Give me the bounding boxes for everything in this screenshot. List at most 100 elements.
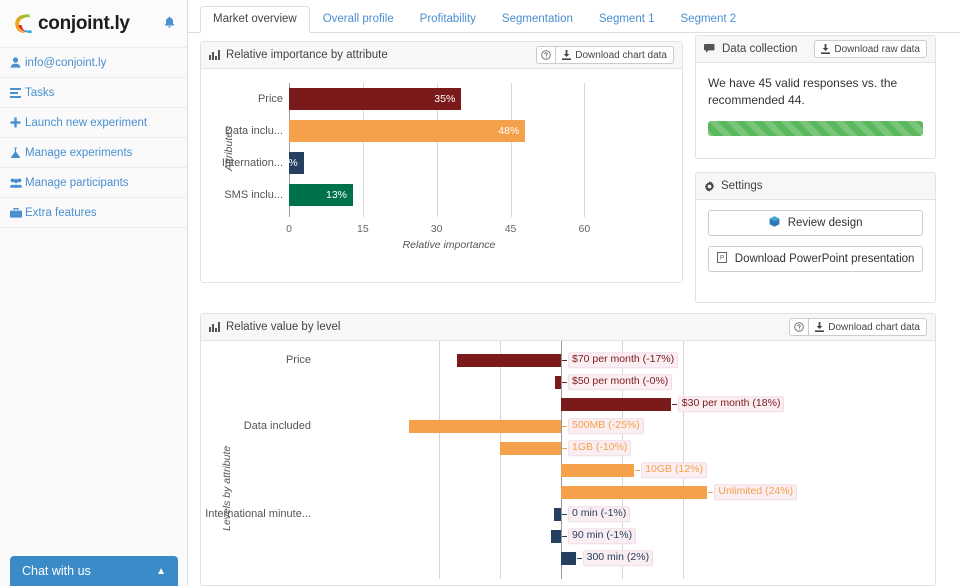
bar-value-label: 13%: [326, 189, 347, 201]
sidebar-item-account[interactable]: info@conjoint.ly: [0, 48, 187, 78]
tab-segment-1[interactable]: Segment 1: [586, 6, 668, 33]
tab-overall-profile[interactable]: Overall profile: [310, 6, 407, 33]
y-axis-title: Levels by attribute: [221, 446, 233, 531]
leader-line: [562, 360, 567, 361]
bar: [500, 442, 561, 455]
sidebar-item-manage-experiments[interactable]: Manage experiments: [0, 138, 187, 168]
panel-header: Data collection Download raw data: [696, 36, 935, 63]
svg-text:P: P: [720, 256, 724, 262]
leader-line: [562, 536, 567, 537]
bar-chart-icon: [209, 50, 220, 60]
leader-line: [635, 470, 640, 471]
sidebar: conjoint.ly info@conjoint.ly Tasks Launc…: [0, 0, 188, 586]
tab-label: Overall profile: [323, 13, 394, 25]
y-category-label: Data inclu...: [201, 125, 283, 137]
level-value-label: 90 min (-1%): [568, 528, 636, 544]
download-raw-data-button[interactable]: Download raw data: [814, 40, 927, 58]
data-collection-body: We have 45 valid responses vs. the recom…: [696, 63, 935, 136]
plus-icon: [10, 117, 25, 128]
sidebar-item-label: Launch new experiment: [25, 117, 147, 129]
review-design-button[interactable]: Review design: [708, 210, 923, 236]
chat-label: Chat with us: [22, 564, 91, 578]
leader-line: [672, 404, 677, 405]
y-group-label: International minute...: [201, 508, 311, 520]
app-root: conjoint.ly info@conjoint.ly Tasks Launc…: [0, 0, 960, 586]
level-value-label: Unlimited (24%): [714, 484, 797, 500]
download-chart-data-button[interactable]: Download chart data: [556, 46, 674, 64]
sidebar-item-tasks[interactable]: Tasks: [0, 78, 187, 108]
sidebar-item-extra-features[interactable]: Extra features: [0, 198, 187, 228]
users-icon: [10, 178, 25, 188]
level-value-label: 300 min (2%): [583, 550, 653, 566]
y-category-label: Price: [201, 93, 283, 105]
tab-label: Profitability: [420, 13, 476, 25]
bar: [409, 420, 562, 433]
x-tick-label: 15: [357, 223, 369, 235]
question-circle-icon[interactable]: [789, 318, 809, 336]
panel-title: Settings: [721, 180, 763, 192]
settings-button-label: Review design: [788, 217, 863, 229]
tab-label: Segmentation: [502, 13, 573, 25]
download-icon: [562, 50, 571, 60]
tab-segmentation[interactable]: Segmentation: [489, 6, 586, 33]
bar: [561, 398, 671, 411]
cube-icon: [769, 217, 783, 229]
download-label: Download chart data: [828, 322, 920, 333]
bar: [561, 464, 634, 477]
chevron-up-icon: ▲: [156, 566, 166, 577]
download-icon: [821, 44, 830, 54]
bar: [561, 486, 707, 499]
sidebar-item-label: Extra features: [25, 207, 97, 219]
level-value-label: $30 per month (18%): [678, 396, 785, 412]
gridline: [500, 341, 501, 579]
panel-header: Relative importance by attribute Downloa…: [201, 42, 682, 69]
panel-actions: Download chart data: [789, 318, 927, 336]
tab-market-overview[interactable]: Market overview: [200, 6, 310, 33]
leader-line: [562, 448, 567, 449]
level-value-label: 0 min (-1%): [568, 506, 630, 522]
brand-header: conjoint.ly: [0, 0, 187, 48]
tab-profitability[interactable]: Profitability: [407, 6, 489, 33]
level-value-label: 10GB (12%): [641, 462, 707, 478]
flask-icon: [10, 147, 25, 158]
panel-header: Settings: [696, 173, 935, 200]
y-group-label: Price: [201, 354, 311, 366]
level-value-label: $50 per month (-0%): [568, 374, 672, 390]
panel-settings: Settings Review design P Download PowerP…: [695, 172, 936, 303]
level-value-label: $70 per month (-17%): [568, 352, 678, 368]
gridline: [683, 341, 684, 579]
x-tick-label: 30: [431, 223, 443, 235]
bar-value-label: 35%: [434, 93, 455, 105]
leader-line: [562, 382, 567, 383]
sidebar-item-manage-participants[interactable]: Manage participants: [0, 168, 187, 198]
axis-zero-line: [561, 341, 562, 579]
y-category-label: SMS inclu...: [201, 189, 283, 201]
bar: [289, 120, 525, 142]
download-icon: [815, 322, 824, 332]
gridline: [439, 341, 440, 579]
tab-segment-2[interactable]: Segment 2: [668, 6, 750, 33]
tab-label: Segment 2: [681, 13, 737, 25]
x-tick-label: 45: [505, 223, 517, 235]
level-value-label: 500MB (-25%): [568, 418, 644, 434]
brand-name: conjoint.ly: [38, 13, 130, 35]
gear-icon: [704, 181, 715, 192]
sidebar-item-label: info@conjoint.ly: [25, 57, 106, 69]
panel-relative-value: Relative value by level Download chart d…: [200, 313, 936, 586]
bar: [561, 552, 576, 565]
chart-relative-importance: 015304560Price35%Data inclu...48%Interna…: [201, 69, 682, 283]
chat-with-us-button[interactable]: Chat with us ▲: [10, 556, 178, 586]
bar-chart-icon: [209, 322, 220, 332]
leader-line: [562, 514, 567, 515]
question-circle-icon[interactable]: [536, 46, 556, 64]
download-powerpoint-button[interactable]: P Download PowerPoint presentation: [708, 246, 923, 272]
panel-title: Data collection: [722, 43, 797, 55]
bell-icon[interactable]: [164, 16, 175, 31]
sidebar-item-label: Manage participants: [25, 177, 129, 189]
x-tick-label: 0: [286, 223, 292, 235]
download-chart-data-button[interactable]: Download chart data: [809, 318, 927, 336]
download-label: Download raw data: [834, 44, 920, 55]
tab-label: Market overview: [213, 13, 297, 25]
sidebar-item-launch-new-experiment[interactable]: Launch new experiment: [0, 108, 187, 138]
tab-label: Segment 1: [599, 13, 655, 25]
